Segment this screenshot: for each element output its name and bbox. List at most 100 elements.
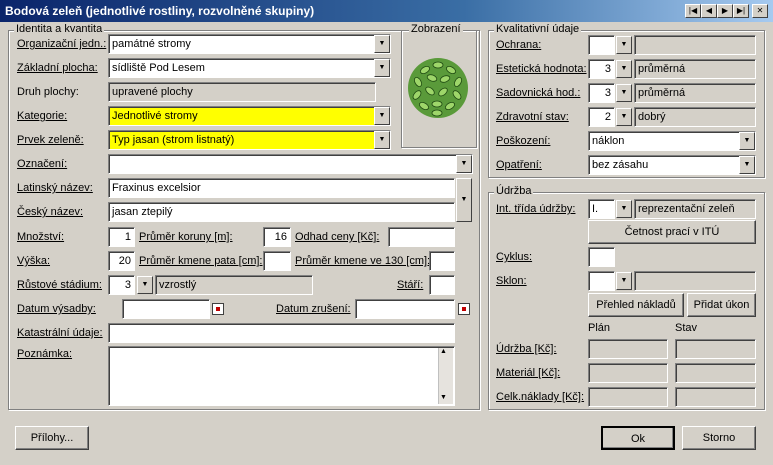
org-dropdown-arrow[interactable]: ▼ [374,35,390,53]
zdravotni-label: Zdravotní stav: [496,111,569,123]
window-title-bar: Bodová zeleň (jednotlivé rostliny, rozvo… [0,0,773,22]
prvek-select[interactable]: Typ jasan (strom listnatý) [108,130,391,150]
zdravotni-number-field[interactable]: 2 [588,107,615,127]
vysadba-calendar-icon[interactable] [212,303,224,315]
koruna-field[interactable]: 16 [263,227,291,247]
poskozeni-select[interactable]: náklon [588,131,756,151]
sklon-number-field[interactable] [588,271,615,291]
pata-field[interactable] [263,251,291,271]
trida-text-field: reprezentační zeleň [634,199,756,219]
celk-stav-field [675,387,756,407]
udrzba-kc-label: Údržba [Kč]: [496,343,557,355]
sklon-text-field [634,271,756,291]
last-record-button[interactable]: ▶| [733,4,749,18]
odhad-field[interactable] [388,227,455,247]
storno-button[interactable]: Storno [682,426,756,450]
kat-select[interactable]: Jednotlivé stromy [108,106,391,126]
zakl-select[interactable]: sídliště Pod Lesem [108,58,391,78]
window-title: Bodová zeleň (jednotlivé rostliny, rozvo… [5,4,315,18]
cyklus-label: Cyklus: [496,251,533,263]
prilohy-button[interactable]: Přílohy... [15,426,89,450]
druh-label: Druh plochy: [17,86,79,98]
vysadba-field[interactable] [122,299,210,319]
sadovnicka-number-field[interactable]: 3 [588,83,615,103]
zdravotni-dropdown-arrow[interactable]: ▼ [616,108,632,126]
scroll-up-icon[interactable]: ▲ [440,348,447,355]
kat-label: Kategorie: [17,110,68,122]
poskozeni-dropdown-arrow[interactable]: ▼ [739,132,755,150]
cetnost-praci-button[interactable]: Četnost prací v ITÚ [588,220,756,244]
zruseni-label: Datum zrušení: [276,303,351,315]
first-record-button[interactable]: |◀ [685,4,701,18]
stari-label: Stáří: [397,279,424,291]
stadium-text-field: vzrostlý [155,275,313,295]
stari-field[interactable] [429,275,455,295]
ochrana-number-field[interactable] [588,35,615,55]
close-button[interactable]: ✕ [752,4,768,18]
sadovnicka-text-field: průměrná [634,83,756,103]
prehled-nakladu-button[interactable]: Přehled nákladů [588,293,684,317]
esteticka-number-field[interactable]: 3 [588,59,615,79]
trida-label: Int. třída údržby: [496,203,576,215]
kat-dropdown-arrow[interactable]: ▼ [374,107,390,125]
prvek-dropdown-arrow[interactable]: ▼ [374,131,390,149]
zobrazeni-title: Zobrazení [409,23,463,35]
ok-button[interactable]: Ok [601,426,675,450]
zdravotni-text-field: dobrý [634,107,756,127]
ochrana-label: Ochrana: [496,39,542,51]
org-select[interactable]: památné stromy [108,34,391,54]
pridat-ukon-button[interactable]: Přidat úkon [687,293,756,317]
stadium-number-field[interactable]: 3 [108,275,135,295]
stadium-label: Růstové stádium: [17,279,102,291]
vysadba-label: Datum výsadby: [17,303,96,315]
ochrana-dropdown-arrow[interactable]: ▼ [616,36,632,54]
sadovnicka-label: Sadovnická hod.: [496,87,581,99]
katastr-label: Katastrální údaje: [17,327,103,339]
kvalita-group-title: Kvalitativní údaje [494,23,582,35]
sklon-dropdown-arrow[interactable]: ▼ [616,272,632,290]
trida-number-field[interactable]: I. [588,199,615,219]
tree-crown-icon [408,58,468,118]
kmen130-label: Průměr kmene ve 130 [cm]: [295,255,431,267]
opatreni-dropdown-arrow[interactable]: ▼ [739,156,755,174]
esteticka-label: Estetická hodnota: [496,63,587,75]
katastr-field[interactable] [108,323,455,343]
sadovnicka-dropdown-arrow[interactable]: ▼ [616,84,632,102]
opatreni-select[interactable]: bez zásahu [588,155,756,175]
udrzba-stav-field [675,339,756,359]
cyklus-field[interactable] [588,247,615,267]
latin-field[interactable]: Fraxinus excelsior [108,178,455,198]
kmen130-field[interactable] [429,251,455,271]
org-label: Organizační jedn.: [17,38,107,50]
cesky-field[interactable]: jasan ztepilý [108,202,455,222]
zakl-dropdown-arrow[interactable]: ▼ [374,59,390,77]
mnozstvi-label: Množství: [17,231,65,243]
celk-naklady-label: Celk.náklady [Kč]: [496,391,585,403]
vyska-field[interactable]: 20 [108,251,135,271]
scroll-down-icon[interactable]: ▼ [440,394,447,401]
vyska-label: Výška: [17,255,51,267]
identita-group-title: Identita a kvantita [14,23,105,35]
zruseni-calendar-icon[interactable] [458,303,470,315]
esteticka-dropdown-arrow[interactable]: ▼ [616,60,632,78]
prev-record-button[interactable]: ◀ [701,4,717,18]
poznamka-textarea[interactable] [108,346,455,406]
next-record-button[interactable]: ▶ [717,4,733,18]
taxon-picker-button[interactable]: ▼ [456,178,472,222]
celk-plan-field [588,387,668,407]
poznamka-label: Poznámka: [17,348,73,360]
poskozeni-label: Poškození: [496,135,551,147]
zakl-label: Základní plocha: [17,62,98,74]
zruseni-field[interactable] [355,299,455,319]
ochrana-text-field [634,35,756,55]
oznaceni-select[interactable] [108,154,473,174]
pata-label: Průměr kmene pata [cm]: [139,255,263,267]
trida-dropdown-arrow[interactable]: ▼ [616,200,632,218]
esteticka-text-field: průměrná [634,59,756,79]
druh-field: upravené plochy [108,82,376,102]
mnozstvi-field[interactable]: 1 [108,227,135,247]
stadium-dropdown-arrow[interactable]: ▼ [137,276,153,294]
material-stav-field [675,363,756,383]
oznaceni-dropdown-arrow[interactable]: ▼ [456,155,472,173]
sklon-label: Sklon: [496,275,527,287]
